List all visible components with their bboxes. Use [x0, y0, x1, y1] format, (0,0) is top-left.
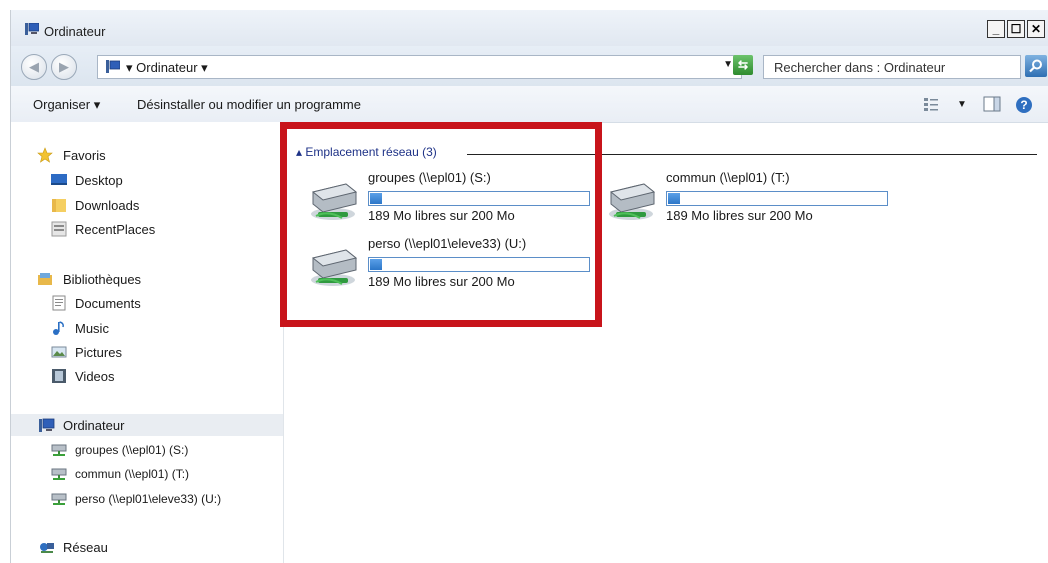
sidebar-item-drive-s[interactable]: groupes (\\epl01) (S:): [11, 439, 283, 461]
network-drive-icon: [51, 468, 67, 480]
sidebar-item-favorites[interactable]: Favoris: [11, 144, 283, 166]
computer-icon: [25, 23, 39, 35]
desktop-icon: [51, 174, 67, 185]
address-dropdown-icon[interactable]: ▼: [723, 59, 733, 70]
libraries-icon: [38, 273, 52, 285]
pictures-icon: [51, 346, 67, 358]
minimize-button[interactable]: _: [987, 20, 1005, 38]
title-bar: Ordinateur _ ☐ ✕: [11, 10, 1048, 46]
address-breadcrumb[interactable]: ▾ Ordinateur ▾: [126, 60, 208, 76]
highlight-annotation-box: [280, 122, 602, 327]
view-options-icon[interactable]: [923, 96, 939, 112]
navigation-pane: Favoris Desktop Downloads RecentPlaces B…: [11, 122, 284, 563]
drive-name: commun (\\epl01) (T:): [666, 170, 790, 185]
folder-icon: [52, 199, 66, 212]
sidebar-item-libraries[interactable]: Bibliothèques: [11, 268, 283, 290]
svg-text:?: ?: [1020, 98, 1027, 112]
organize-menu[interactable]: Organiser ▾: [33, 97, 100, 113]
view-dropdown-icon[interactable]: ▼: [957, 99, 967, 110]
drive-free-space: 189 Mo libres sur 200 Mo: [666, 208, 813, 223]
sidebar-item-videos[interactable]: Videos: [11, 365, 283, 387]
command-bar: Organiser ▾ Désinstaller ou modifier un …: [11, 86, 1048, 123]
network-drive-icon: [51, 444, 67, 456]
sidebar-item-drive-u[interactable]: perso (\\epl01\eleve33) (U:): [11, 488, 283, 510]
drive-usage-fill: [668, 193, 680, 204]
computer-icon: [106, 60, 120, 73]
sidebar-item-documents[interactable]: Documents: [11, 292, 283, 314]
close-button[interactable]: ✕: [1027, 20, 1045, 38]
window-title: Ordinateur: [44, 24, 106, 39]
back-button[interactable]: ◀: [21, 54, 47, 80]
sidebar-item-desktop[interactable]: Desktop: [11, 169, 283, 191]
sidebar-item-downloads[interactable]: Downloads: [11, 194, 283, 216]
drive-usage-bar: [666, 191, 888, 206]
videos-icon: [52, 369, 66, 383]
search-input[interactable]: Rechercher dans : Ordinateur: [763, 55, 1021, 79]
sidebar-item-computer[interactable]: Ordinateur: [11, 414, 283, 436]
sidebar-item-pictures[interactable]: Pictures: [11, 341, 283, 363]
sidebar-item-music[interactable]: Music: [11, 317, 283, 339]
sidebar-item-recentplaces[interactable]: RecentPlaces: [11, 218, 283, 240]
network-drive-icon: [51, 493, 67, 505]
address-bar: ◀ ▶ ▾ Ordinateur ▾ ▼ ⇆ Rechercher dans :…: [11, 46, 1048, 86]
drive-tile-t[interactable]: commun (\\epl01) (T:) 189 Mo libres sur …: [606, 170, 906, 230]
forward-button[interactable]: ▶: [51, 54, 77, 80]
network-icon: [40, 543, 54, 553]
address-field[interactable]: ▾ Ordinateur ▾ ▼: [97, 55, 742, 79]
star-icon: [37, 147, 53, 163]
search-icon[interactable]: [1025, 55, 1047, 77]
sidebar-item-network[interactable]: Réseau: [11, 536, 283, 558]
help-icon[interactable]: ?: [1015, 96, 1033, 114]
recent-places-icon: [51, 221, 67, 237]
uninstall-program-button[interactable]: Désinstaller ou modifier un programme: [137, 97, 361, 112]
documents-icon: [52, 295, 66, 311]
computer-icon: [39, 418, 55, 432]
sidebar-item-drive-t[interactable]: commun (\\epl01) (T:): [11, 463, 283, 485]
search-placeholder: Rechercher dans : Ordinateur: [774, 60, 946, 75]
music-icon: [53, 321, 64, 335]
preview-pane-icon[interactable]: [983, 96, 1001, 112]
network-drive-icon: [609, 183, 656, 220]
refresh-button[interactable]: ⇆: [733, 55, 753, 75]
maximize-button[interactable]: ☐: [1007, 20, 1025, 38]
